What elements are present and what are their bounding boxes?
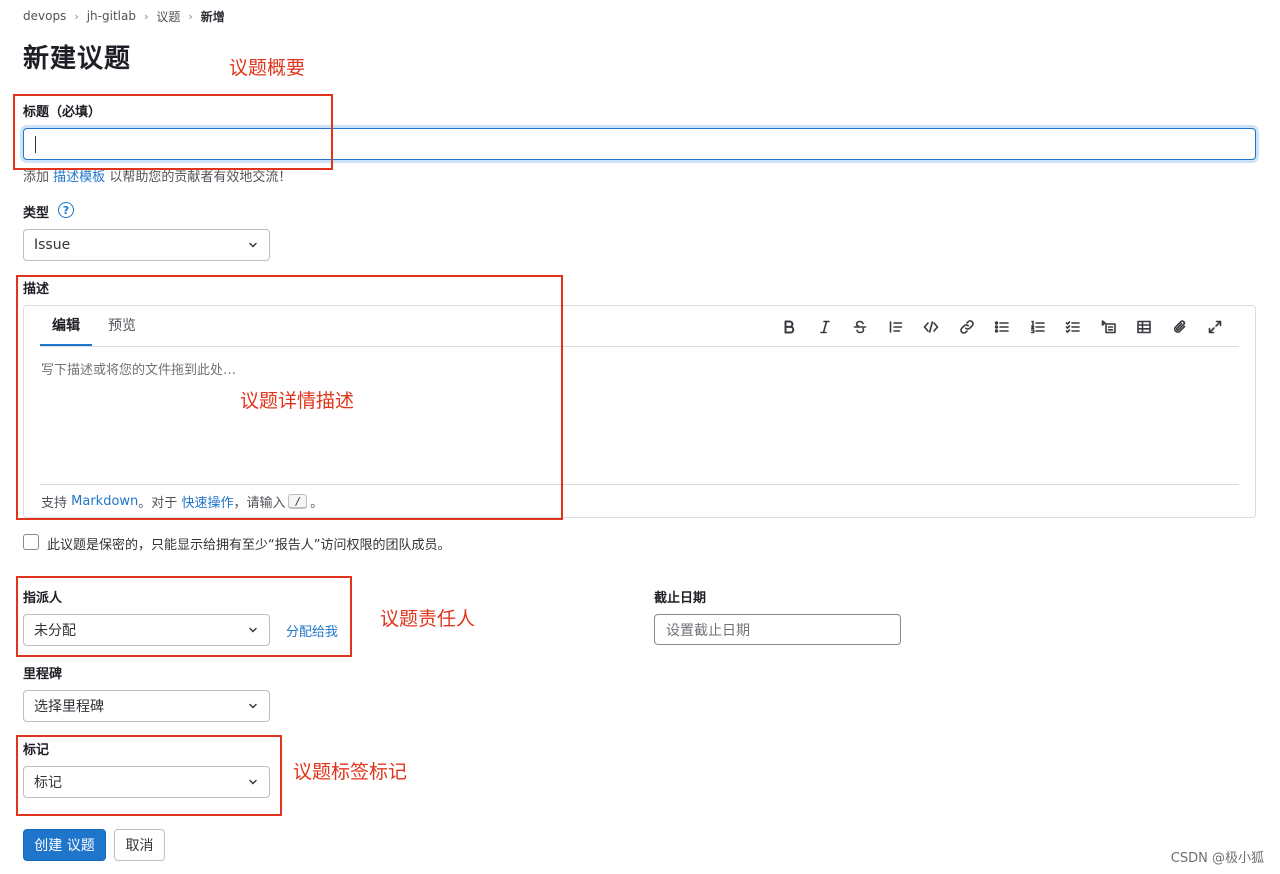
description-template-link[interactable]: 描述模板 bbox=[53, 170, 105, 185]
fullscreen-icon bbox=[1208, 320, 1222, 334]
table-button[interactable] bbox=[1127, 316, 1163, 338]
code-icon bbox=[923, 321, 939, 333]
task-list-icon bbox=[1065, 321, 1081, 333]
bold-icon bbox=[784, 320, 795, 334]
breadcrumb-issues[interactable]: 议题 bbox=[156, 8, 180, 25]
chevron-right-icon: › bbox=[143, 9, 149, 23]
bold-button[interactable] bbox=[772, 316, 808, 338]
bullet-list-button[interactable] bbox=[985, 316, 1021, 338]
italic-button[interactable] bbox=[807, 316, 843, 338]
annotation-detail: 议题详情描述 bbox=[240, 390, 355, 412]
numbered-list-button[interactable] bbox=[1020, 316, 1056, 338]
watermark: CSDN @极小狐 bbox=[1170, 851, 1264, 866]
milestone-label: 里程碑 bbox=[23, 667, 63, 682]
create-issue-button[interactable]: 创建 议题 bbox=[23, 829, 106, 861]
collapsible-button[interactable] bbox=[1091, 316, 1127, 338]
numbered-list-icon bbox=[1030, 320, 1045, 334]
chevron-right-icon: › bbox=[188, 9, 193, 23]
table-icon bbox=[1137, 320, 1152, 334]
annotation-box-owner bbox=[16, 576, 352, 657]
breadcrumb-jh-gitlab[interactable]: jh-gitlab bbox=[87, 9, 136, 23]
milestone-select[interactable]: 选择里程碑 bbox=[23, 690, 270, 722]
cancel-button[interactable]: 取消 bbox=[114, 829, 165, 861]
type-label: 类型 bbox=[23, 206, 50, 221]
due-date-input[interactable]: 设置截止日期 bbox=[654, 614, 901, 645]
link-icon bbox=[959, 320, 974, 334]
chevron-right-icon: › bbox=[74, 9, 79, 23]
breadcrumb: devops › jh-gitlab › 议题 › 新增 bbox=[23, 7, 225, 25]
breadcrumb-devops[interactable]: devops bbox=[23, 9, 66, 23]
template-help-suffix: 以帮助您的贡献者有效地交流！ bbox=[109, 170, 292, 185]
type-select[interactable]: Issue bbox=[23, 229, 270, 261]
strikethrough-icon bbox=[853, 320, 867, 334]
link-button[interactable] bbox=[949, 316, 985, 338]
chevron-down-icon bbox=[249, 703, 257, 709]
attachment-button[interactable] bbox=[1162, 316, 1198, 338]
quote-icon bbox=[889, 321, 903, 333]
breadcrumb-new: 新增 bbox=[200, 9, 225, 24]
task-list-button[interactable] bbox=[1056, 316, 1092, 338]
template-help-prefix: 添加 bbox=[23, 170, 50, 185]
annotation-summary: 议题概要 bbox=[229, 57, 306, 79]
milestone-select-value: 选择里程碑 bbox=[34, 699, 104, 715]
collapsible-icon bbox=[1101, 320, 1116, 334]
attachment-icon bbox=[1173, 320, 1186, 333]
page-title: 新建议题 bbox=[23, 44, 132, 74]
annotation-tags: 议题标签标记 bbox=[293, 761, 408, 783]
quote-button[interactable] bbox=[878, 316, 914, 338]
chevron-down-icon bbox=[249, 242, 257, 248]
annotation-box-summary bbox=[13, 94, 333, 170]
strikethrough-button[interactable] bbox=[843, 316, 879, 338]
fullscreen-button[interactable] bbox=[1198, 316, 1234, 338]
confidential-label: 此议题是保密的，只能显示给拥有至少“报告人”访问权限的团队成员。 bbox=[47, 538, 451, 553]
due-date-label: 截止日期 bbox=[654, 591, 707, 606]
annotation-owner: 议题责任人 bbox=[380, 608, 476, 630]
confidential-checkbox[interactable] bbox=[23, 534, 39, 550]
code-button[interactable] bbox=[914, 316, 950, 338]
markdown-toolbar bbox=[772, 316, 1234, 338]
question-circle-icon[interactable]: ? bbox=[58, 202, 74, 218]
bullet-list-icon bbox=[995, 321, 1010, 333]
type-select-value: Issue bbox=[34, 237, 71, 253]
italic-icon bbox=[819, 320, 830, 334]
annotation-box-tags bbox=[16, 735, 282, 816]
